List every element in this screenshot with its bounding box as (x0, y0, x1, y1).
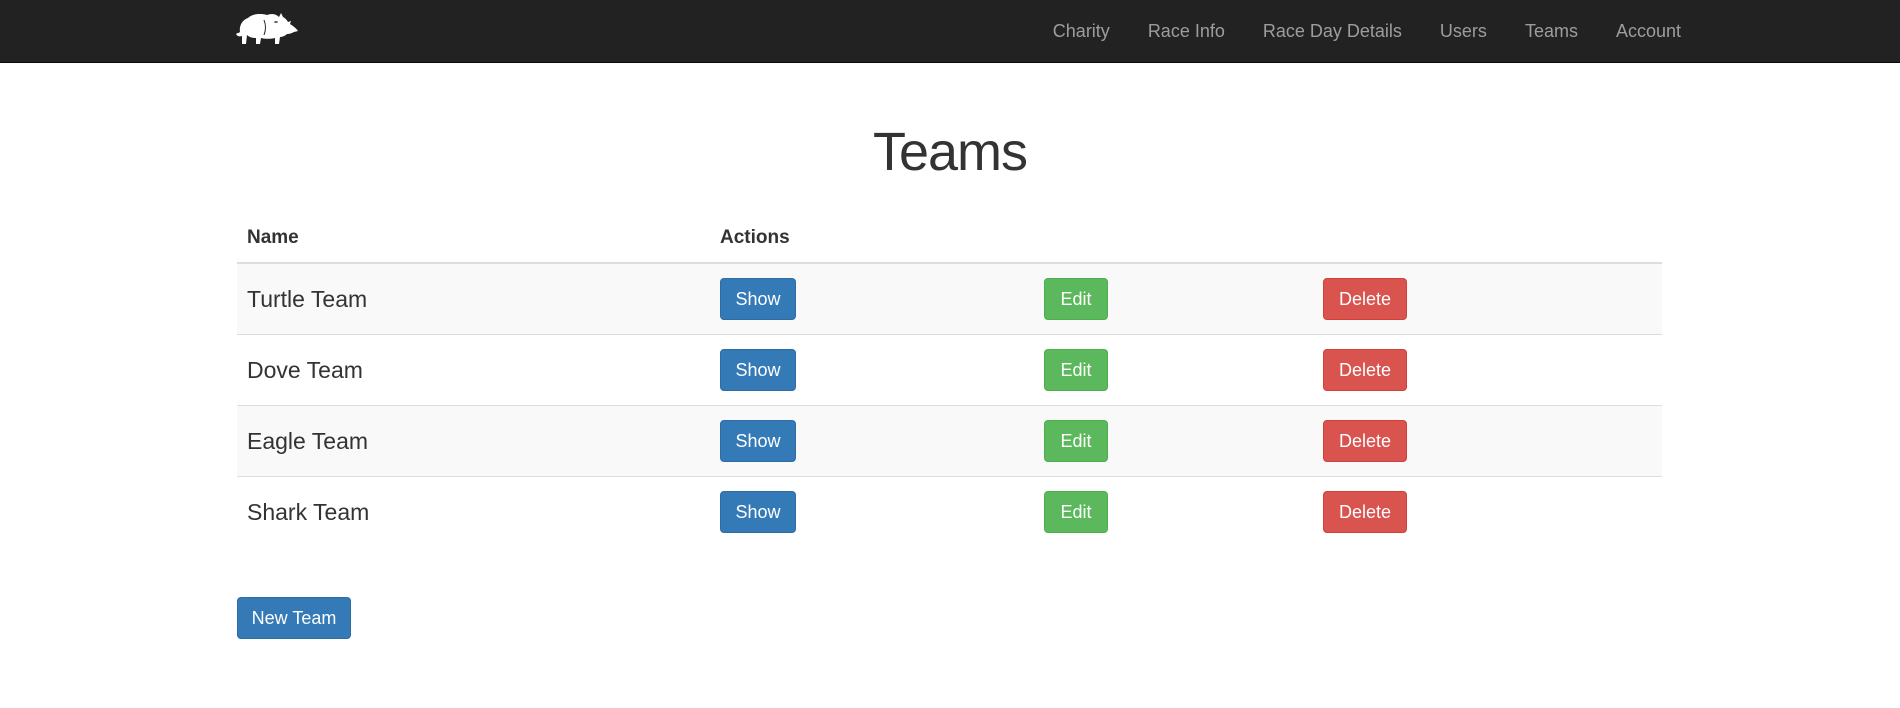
team-name: Shark Team (237, 476, 710, 547)
show-button[interactable]: Show (720, 349, 796, 391)
column-header-actions: Actions (710, 214, 1034, 264)
delete-cell: Delete (1313, 476, 1662, 547)
nav-link-race-info[interactable]: Race Info (1148, 21, 1225, 42)
nav-link-race-day-details[interactable]: Race Day Details (1263, 21, 1402, 42)
edit-button[interactable]: Edit (1044, 278, 1108, 320)
nav-link-teams[interactable]: Teams (1525, 21, 1578, 42)
nav-link-users[interactable]: Users (1440, 21, 1487, 42)
edit-button[interactable]: Edit (1044, 349, 1108, 391)
delete-cell: Delete (1313, 405, 1662, 477)
edit-cell: Edit (1034, 476, 1313, 547)
table-row: Eagle Team Show Edit Delete (237, 405, 1662, 477)
show-cell: Show (710, 405, 1034, 477)
edit-button[interactable]: Edit (1044, 491, 1108, 533)
delete-button[interactable]: Delete (1323, 491, 1407, 533)
team-name: Dove Team (237, 334, 710, 406)
nav-link-charity[interactable]: Charity (1053, 21, 1110, 42)
edit-cell: Edit (1034, 405, 1313, 477)
column-header-empty (1313, 214, 1662, 264)
table-header-row: Name Actions (237, 214, 1662, 264)
nav-link-account[interactable]: Account (1616, 21, 1681, 42)
delete-button[interactable]: Delete (1323, 349, 1407, 391)
table-row: Turtle Team Show Edit Delete (237, 263, 1662, 335)
show-button[interactable]: Show (720, 420, 796, 462)
delete-cell: Delete (1313, 334, 1662, 406)
show-cell: Show (710, 334, 1034, 406)
edit-cell: Edit (1034, 334, 1313, 406)
show-button[interactable]: Show (720, 278, 796, 320)
new-team-button[interactable]: New Team (237, 597, 351, 639)
rhino-logo-icon[interactable] (234, 8, 300, 48)
table-row: Dove Team Show Edit Delete (237, 334, 1662, 406)
show-cell: Show (710, 476, 1034, 547)
table-row: Shark Team Show Edit Delete (237, 476, 1662, 547)
column-header-name: Name (237, 214, 710, 264)
delete-button[interactable]: Delete (1323, 420, 1407, 462)
page-title: Teams (872, 122, 1028, 182)
nav-links: Charity Race Info Race Day Details Users… (1053, 0, 1681, 63)
delete-cell: Delete (1313, 263, 1662, 335)
delete-button[interactable]: Delete (1323, 278, 1407, 320)
column-header-empty (1034, 214, 1313, 264)
show-cell: Show (710, 263, 1034, 335)
top-navbar: Charity Race Info Race Day Details Users… (0, 0, 1900, 63)
edit-cell: Edit (1034, 263, 1313, 335)
team-name: Turtle Team (237, 263, 710, 335)
edit-button[interactable]: Edit (1044, 420, 1108, 462)
show-button[interactable]: Show (720, 491, 796, 533)
teams-table: Name Actions Turtle Team Show Edit Delet… (237, 214, 1662, 547)
team-name: Eagle Team (237, 405, 710, 477)
